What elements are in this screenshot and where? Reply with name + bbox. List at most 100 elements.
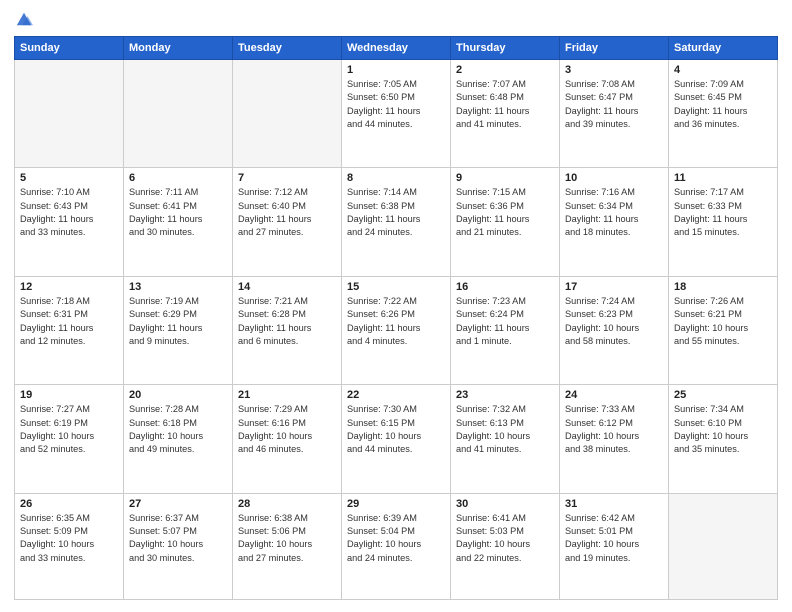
day-number: 30	[456, 498, 554, 510]
week-row-2: 12 Sunrise: 7:18 AM Sunset: 6:31 PM Dayli…	[15, 276, 778, 384]
weekday-header-tuesday: Tuesday	[233, 37, 342, 60]
day-cell	[124, 60, 233, 168]
day-cell: 20 Sunrise: 7:28 AM Sunset: 6:18 PM Dayli…	[124, 385, 233, 493]
day-cell: 22Sunrise: 7:30 AM Sunset: 6:15 PM Dayli…	[342, 385, 451, 493]
day-cell: 1 Sunrise: 7:05 AM Sunset: 6:50 PM Daylig…	[342, 60, 451, 168]
day-number: 29	[347, 498, 445, 510]
logo-icon	[15, 10, 33, 28]
day-number: 14	[238, 281, 336, 293]
day-cell	[233, 60, 342, 168]
day-info: Sunrise: 6:38 AM Sunset: 5:06 PM Dayligh…	[238, 512, 336, 565]
week-row-4: 26Sunrise: 6:35 AM Sunset: 5:09 PM Dayli…	[15, 493, 778, 599]
weekday-header-row: SundayMondayTuesdayWednesdayThursdayFrid…	[15, 37, 778, 60]
day-info: Sunrise: 7:08 AM Sunset: 6:47 PM Dayligh…	[565, 78, 663, 131]
day-cell: 26Sunrise: 6:35 AM Sunset: 5:09 PM Dayli…	[15, 493, 124, 599]
weekday-header-thursday: Thursday	[451, 37, 560, 60]
day-number: 31	[565, 498, 663, 510]
day-info: Sunrise: 7:05 AM Sunset: 6:50 PM Dayligh…	[347, 78, 445, 131]
day-number: 12	[20, 281, 118, 293]
day-info: Sunrise: 6:39 AM Sunset: 5:04 PM Dayligh…	[347, 512, 445, 565]
day-number: 1	[347, 64, 445, 76]
day-number: 4	[674, 64, 772, 76]
day-cell: 9Sunrise: 7:15 AM Sunset: 6:36 PM Daylig…	[451, 168, 560, 276]
day-number: 24	[565, 389, 663, 401]
day-info: Sunrise: 7:29 AM Sunset: 6:16 PM Dayligh…	[238, 403, 336, 456]
day-info: Sunrise: 7:07 AM Sunset: 6:48 PM Dayligh…	[456, 78, 554, 131]
day-number: 8	[347, 172, 445, 184]
day-cell: 23Sunrise: 7:32 AM Sunset: 6:13 PM Dayli…	[451, 385, 560, 493]
day-cell: 21 Sunrise: 7:29 AM Sunset: 6:16 PM Dayli…	[233, 385, 342, 493]
day-cell: 25 Sunrise: 7:34 AM Sunset: 6:10 PM Dayli…	[669, 385, 778, 493]
day-info: Sunrise: 7:33 AM Sunset: 6:12 PM Dayligh…	[565, 403, 663, 456]
day-info: Sunrise: 7:22 AM Sunset: 6:26 PM Dayligh…	[347, 295, 445, 348]
day-number: 16	[456, 281, 554, 293]
day-number: 27	[129, 498, 227, 510]
weekday-header-wednesday: Wednesday	[342, 37, 451, 60]
day-info: Sunrise: 7:28 AM Sunset: 6:18 PM Dayligh…	[129, 403, 227, 456]
day-info: Sunrise: 7:14 AM Sunset: 6:38 PM Dayligh…	[347, 186, 445, 239]
calendar-table: SundayMondayTuesdayWednesdayThursdayFrid…	[14, 36, 778, 600]
day-cell: 11 Sunrise: 7:17 AM Sunset: 6:33 PM Dayli…	[669, 168, 778, 276]
day-number: 2	[456, 64, 554, 76]
day-info: Sunrise: 7:34 AM Sunset: 6:10 PM Dayligh…	[674, 403, 772, 456]
day-info: Sunrise: 7:12 AM Sunset: 6:40 PM Dayligh…	[238, 186, 336, 239]
day-number: 26	[20, 498, 118, 510]
day-number: 19	[20, 389, 118, 401]
day-cell: 19 Sunrise: 7:27 AM Sunset: 6:19 PM Dayli…	[15, 385, 124, 493]
day-cell: 3 Sunrise: 7:08 AM Sunset: 6:47 PM Daylig…	[560, 60, 669, 168]
day-number: 3	[565, 64, 663, 76]
day-cell: 29 Sunrise: 6:39 AM Sunset: 5:04 PM Dayli…	[342, 493, 451, 599]
day-number: 13	[129, 281, 227, 293]
day-cell: 12 Sunrise: 7:18 AM Sunset: 6:31 PM Dayli…	[15, 276, 124, 384]
day-cell: 13 Sunrise: 7:19 AM Sunset: 6:29 PM Dayli…	[124, 276, 233, 384]
day-info: Sunrise: 7:27 AM Sunset: 6:19 PM Dayligh…	[20, 403, 118, 456]
day-info: Sunrise: 7:18 AM Sunset: 6:31 PM Dayligh…	[20, 295, 118, 348]
day-number: 11	[674, 172, 772, 184]
day-info: Sunrise: 7:32 AM Sunset: 6:13 PM Dayligh…	[456, 403, 554, 456]
day-cell: 2 Sunrise: 7:07 AM Sunset: 6:48 PM Daylig…	[451, 60, 560, 168]
week-row-3: 19 Sunrise: 7:27 AM Sunset: 6:19 PM Dayli…	[15, 385, 778, 493]
day-info: Sunrise: 7:16 AM Sunset: 6:34 PM Dayligh…	[565, 186, 663, 239]
day-number: 28	[238, 498, 336, 510]
day-number: 18	[674, 281, 772, 293]
day-info: Sunrise: 7:17 AM Sunset: 6:33 PM Dayligh…	[674, 186, 772, 239]
day-info: Sunrise: 6:42 AM Sunset: 5:01 PM Dayligh…	[565, 512, 663, 565]
day-number: 7	[238, 172, 336, 184]
day-cell: 24 Sunrise: 7:33 AM Sunset: 6:12 PM Dayli…	[560, 385, 669, 493]
day-cell: 16 Sunrise: 7:23 AM Sunset: 6:24 PM Dayli…	[451, 276, 560, 384]
day-info: Sunrise: 7:10 AM Sunset: 6:43 PM Dayligh…	[20, 186, 118, 239]
day-cell: 7 Sunrise: 7:12 AM Sunset: 6:40 PM Daylig…	[233, 168, 342, 276]
day-cell	[669, 493, 778, 599]
day-info: Sunrise: 7:19 AM Sunset: 6:29 PM Dayligh…	[129, 295, 227, 348]
day-info: Sunrise: 7:11 AM Sunset: 6:41 PM Dayligh…	[129, 186, 227, 239]
day-info: Sunrise: 7:30 AM Sunset: 6:15 PM Dayligh…	[347, 403, 445, 456]
day-info: Sunrise: 7:21 AM Sunset: 6:28 PM Dayligh…	[238, 295, 336, 348]
day-cell	[15, 60, 124, 168]
week-row-0: 1 Sunrise: 7:05 AM Sunset: 6:50 PM Daylig…	[15, 60, 778, 168]
day-number: 20	[129, 389, 227, 401]
day-cell: 14 Sunrise: 7:21 AM Sunset: 6:28 PM Dayli…	[233, 276, 342, 384]
day-cell: 5Sunrise: 7:10 AM Sunset: 6:43 PM Daylig…	[15, 168, 124, 276]
day-info: Sunrise: 7:09 AM Sunset: 6:45 PM Dayligh…	[674, 78, 772, 131]
day-cell: 27 Sunrise: 6:37 AM Sunset: 5:07 PM Dayli…	[124, 493, 233, 599]
day-info: Sunrise: 7:23 AM Sunset: 6:24 PM Dayligh…	[456, 295, 554, 348]
day-number: 9	[456, 172, 554, 184]
day-cell: 6Sunrise: 7:11 AM Sunset: 6:41 PM Daylig…	[124, 168, 233, 276]
weekday-header-sunday: Sunday	[15, 37, 124, 60]
day-cell: 17Sunrise: 7:24 AM Sunset: 6:23 PM Dayli…	[560, 276, 669, 384]
weekday-header-friday: Friday	[560, 37, 669, 60]
day-cell: 30Sunrise: 6:41 AM Sunset: 5:03 PM Dayli…	[451, 493, 560, 599]
week-row-1: 5Sunrise: 7:10 AM Sunset: 6:43 PM Daylig…	[15, 168, 778, 276]
day-cell: 4 Sunrise: 7:09 AM Sunset: 6:45 PM Daylig…	[669, 60, 778, 168]
day-info: Sunrise: 6:37 AM Sunset: 5:07 PM Dayligh…	[129, 512, 227, 565]
day-cell: 8 Sunrise: 7:14 AM Sunset: 6:38 PM Daylig…	[342, 168, 451, 276]
weekday-header-saturday: Saturday	[669, 37, 778, 60]
day-number: 15	[347, 281, 445, 293]
day-number: 21	[238, 389, 336, 401]
day-info: Sunrise: 7:26 AM Sunset: 6:21 PM Dayligh…	[674, 295, 772, 348]
day-number: 25	[674, 389, 772, 401]
day-cell: 15 Sunrise: 7:22 AM Sunset: 6:26 PM Dayli…	[342, 276, 451, 384]
logo	[14, 12, 33, 28]
weekday-header-monday: Monday	[124, 37, 233, 60]
day-cell: 31 Sunrise: 6:42 AM Sunset: 5:01 PM Dayli…	[560, 493, 669, 599]
